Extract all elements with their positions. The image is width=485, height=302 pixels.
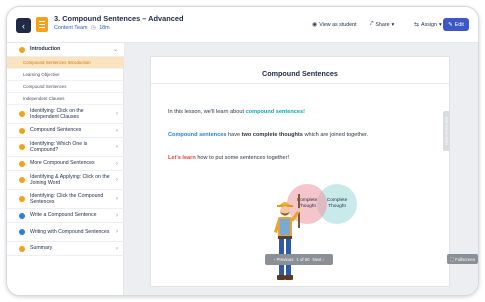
chevron-right-icon: › (116, 196, 118, 202)
slide-paragraph-2: Compound sentences have two complete tho… (168, 132, 368, 138)
highlight-text: Compound sentences (168, 132, 227, 138)
share-label: Share (375, 21, 390, 28)
teacher-notes-tab[interactable]: Hide Teacher Notes (443, 111, 450, 151)
share-button[interactable]: ⤤ Share ▾ (370, 21, 394, 28)
sidebar-item-joining-word[interactable]: Identifying & Applying: Click on the Joi… (7, 171, 124, 190)
sidebar-item-label: More Compound Sentences (30, 160, 95, 167)
text-span: which are joined together. (302, 132, 369, 138)
lesson-outline-sidebar: Introduction ⌄ Compound Sentences Introd… (7, 43, 124, 295)
back-arrow-icon: ‹ (22, 20, 25, 31)
sidebar-item-more-compound[interactable]: More Compound Sentences › (7, 157, 124, 171)
fullscreen-icon: ⛶ (450, 256, 454, 262)
title-divider (151, 83, 449, 84)
bold-text: two complete thoughts (241, 132, 303, 138)
sidebar-item-click-compound[interactable]: Identifying: Click the Compound Sentence… (7, 190, 124, 209)
eye-icon: ◉ (312, 22, 318, 28)
pencil-icon: ✎ (448, 21, 453, 28)
duration-label: 18m (99, 25, 110, 31)
next-button[interactable]: Next › (313, 257, 324, 262)
sidebar-item-identifying-clauses[interactable]: Identifying: Click on the Independent Cl… (7, 105, 124, 124)
chevron-down-icon: ▾ (438, 21, 442, 28)
section-status-icon (19, 245, 25, 252)
section-status-icon (19, 46, 25, 53)
slide-pager: ‹ Previous 1 of 50 Next › (265, 254, 333, 265)
worker-illustration (274, 194, 301, 280)
team-link[interactable]: Content Team (54, 25, 87, 31)
highlight-text: Let's learn (168, 155, 196, 161)
sidebar-subitem-intro[interactable]: Compound Sentences Introduction (7, 57, 123, 69)
share-icon: ⤤ (370, 21, 374, 27)
chevron-right-icon: › (116, 212, 118, 219)
slide-canvas: Compound Sentences In this lesson, we'll… (150, 56, 450, 287)
sidebar-item-label: Writing with Compound Sentences (30, 228, 110, 235)
assign-button[interactable]: ⇆ Assign ▾ (414, 21, 442, 29)
back-button[interactable]: ‹ (16, 18, 31, 33)
clock-icon: ◷ (90, 25, 96, 31)
text-span: have (226, 132, 242, 138)
view-as-student-button[interactable]: ◉ View as student (312, 21, 357, 29)
section-status-icon (19, 196, 25, 202)
section-status-icon (19, 212, 25, 219)
chevron-right-icon: › (116, 177, 118, 183)
chevron-right-icon: › (116, 245, 118, 252)
sidebar-item-label: Identifying & Applying: Click on the Joi… (30, 173, 110, 186)
sidebar-item-label: Identifying: Which One is Compound? (30, 140, 88, 153)
chevron-down-icon: ⌄ (112, 47, 118, 53)
slide-paragraph-3: Let's learn how to put some sentences to… (168, 155, 289, 161)
sidebar-item-label: Identifying: Click on the Independent Cl… (30, 107, 84, 120)
lesson-document-icon (36, 17, 48, 32)
chevron-down-icon: ▾ (391, 21, 395, 28)
sidebar-item-label: Summary (30, 245, 53, 252)
section-status-icon (19, 144, 25, 150)
edit-button[interactable]: ✎ Edit (443, 18, 469, 31)
next-label: Next (312, 257, 322, 262)
text-span: how to put some sentences together! (195, 155, 290, 161)
section-status-icon (19, 111, 25, 117)
previous-button[interactable]: ‹ Previous (274, 257, 293, 262)
section-status-icon (19, 160, 25, 167)
app-window: ‹ 3. Compound Sentences – Advanced Conte… (6, 6, 479, 296)
chevron-right-icon: › (116, 160, 118, 167)
sidebar-item-introduction[interactable]: Introduction ⌄ (7, 43, 124, 57)
fullscreen-button[interactable]: ⛶ Fullscreen (447, 254, 478, 264)
slide-paragraph-1: In this lesson, we'll learn about compou… (168, 109, 305, 115)
sidebar-item-write-compound[interactable]: Write a Compound Sentence › (7, 209, 124, 223)
sidebar-item-label: Compound Sentences (30, 127, 82, 134)
slide-title: Compound Sentences (262, 69, 338, 78)
highlight-text: compound sentences! (245, 109, 305, 115)
sidebar-item-label: Introduction (30, 46, 61, 53)
sidebar-subitem-clauses[interactable]: Independent Clauses (7, 93, 123, 105)
section-status-icon (19, 177, 25, 183)
chevron-right-icon: › (116, 111, 118, 117)
assign-label: Assign (421, 21, 437, 28)
section-status-icon (19, 127, 25, 134)
assign-icon: ⇆ (414, 22, 420, 28)
view-as-student-label: View as student (319, 21, 357, 28)
sidebar-subitem-compound[interactable]: Compound Sentences (7, 81, 123, 93)
venn-right-label: Complete Thought (326, 198, 348, 209)
lesson-meta: Content Team ◷ 18m (54, 25, 110, 31)
chevron-right-icon: › (116, 144, 118, 150)
sidebar-subitem-objective[interactable]: Learning Objective (7, 69, 123, 81)
section-status-icon (19, 229, 25, 235)
slide-counter: 1 of 50 (296, 257, 310, 262)
text-span: In this lesson, we'll learn about (168, 109, 246, 115)
fullscreen-label: Fullscreen (455, 256, 475, 262)
slide-viewer: Compound Sentences In this lesson, we'll… (124, 43, 478, 295)
teacher-notes-label: Hide Teacher Notes (444, 117, 449, 145)
previous-label: Previous (276, 257, 294, 262)
lesson-title: 3. Compound Sentences – Advanced (54, 14, 184, 23)
edit-label: Edit (454, 21, 464, 28)
header-bar: ‹ 3. Compound Sentences – Advanced Conte… (7, 7, 478, 43)
sidebar-item-which-compound[interactable]: Identifying: Which One is Compound? › (7, 138, 124, 157)
sidebar-item-label: Write a Compound Sentence (30, 212, 97, 219)
sidebar-item-compound-sentences[interactable]: Compound Sentences › (7, 124, 124, 138)
chevron-right-icon: › (116, 127, 118, 134)
sidebar-item-writing-compound[interactable]: Writing with Compound Sentences › (7, 223, 124, 242)
chevron-right-icon: › (116, 229, 118, 235)
sidebar-item-summary[interactable]: Summary › (7, 242, 124, 256)
sidebar-item-label: Identifying: Click the Compound Sentence… (30, 192, 104, 205)
